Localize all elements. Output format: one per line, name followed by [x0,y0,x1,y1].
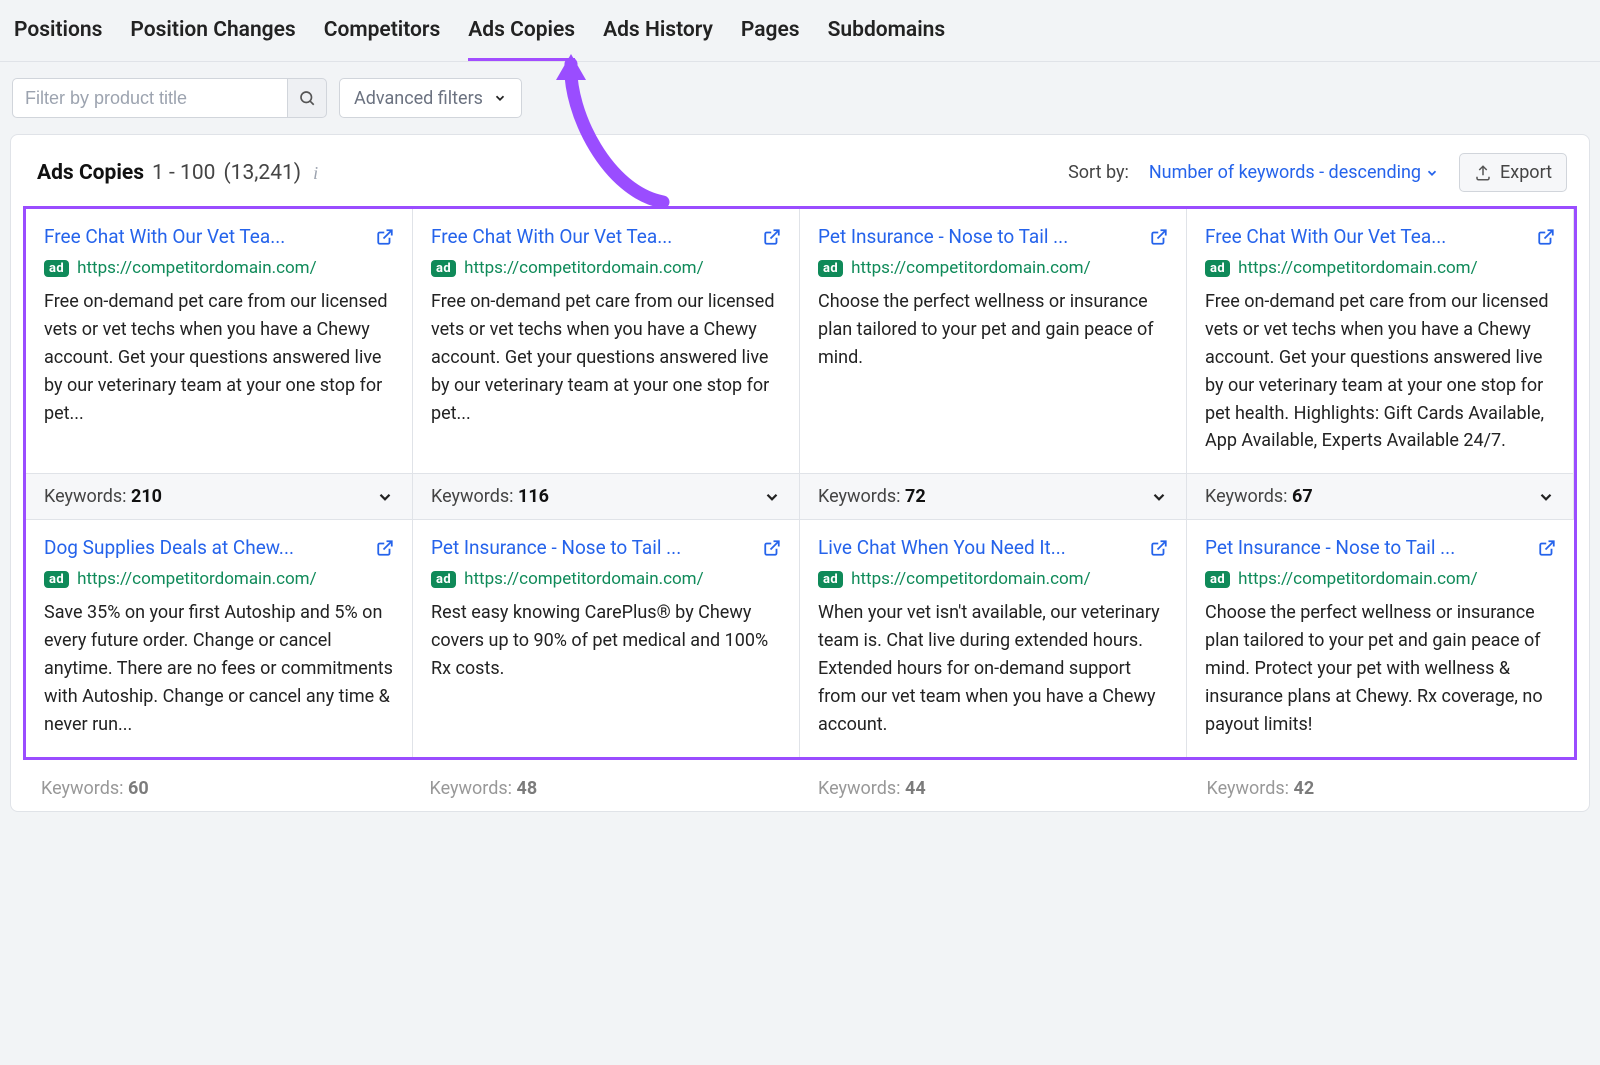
keywords-toggle[interactable]: Keywords: 116 [413,473,799,519]
external-link-icon[interactable] [1538,539,1556,557]
external-link-icon[interactable] [763,228,781,246]
export-icon [1474,164,1492,182]
ad-card: Free Chat With Our Vet Tea... ad https:/… [1187,209,1574,519]
tab-ads-history[interactable]: Ads History [603,18,713,61]
tab-ads-copies[interactable]: Ads Copies [468,18,575,61]
keywords-toggle[interactable]: Keywords: 210 [26,473,412,519]
ad-card: Free Chat With Our Vet Tea... ad https:/… [413,209,800,519]
ad-title[interactable]: Pet Insurance - Nose to Tail ... [1205,536,1455,559]
advanced-filters-label: Advanced filters [354,88,483,109]
ad-title[interactable]: Live Chat When You Need It... [818,536,1066,559]
keywords-count: 42 [1294,778,1315,799]
ad-card: Pet Insurance - Nose to Tail ... ad http… [413,520,800,756]
ad-title[interactable]: Pet Insurance - Nose to Tail ... [431,536,681,559]
external-link-icon[interactable] [1150,228,1168,246]
filter-input[interactable] [12,78,287,118]
ad-description: Free on-demand pet care from our license… [431,288,781,427]
keywords-count: 72 [905,486,926,507]
tab-pages[interactable]: Pages [741,18,800,61]
search-button[interactable] [287,78,327,118]
keywords-count: 67 [1292,486,1313,507]
ads-grid: Free Chat With Our Vet Tea... ad https:/… [23,206,1577,760]
ad-title[interactable]: Free Chat With Our Vet Tea... [431,225,672,248]
ad-card: Pet Insurance - Nose to Tail ... ad http… [1187,520,1574,756]
keywords-toggle[interactable]: Keywords: 67 [1187,473,1573,519]
tab-position-changes[interactable]: Position Changes [130,18,295,61]
external-link-icon[interactable] [376,539,394,557]
ad-url[interactable]: https://competitordomain.com/ [77,258,317,278]
keywords-toggle[interactable]: Keywords: 72 [800,473,1186,519]
filter-bar: Advanced filters [0,62,1600,134]
ad-url[interactable]: https://competitordomain.com/ [77,569,317,589]
keywords-label: Keywords: [44,486,127,507]
ad-url[interactable]: https://competitordomain.com/ [851,569,1091,589]
ad-description: When your vet isn't available, our veter… [818,599,1168,738]
ad-url[interactable]: https://competitordomain.com/ [1238,569,1478,589]
ad-badge: ad [431,260,456,277]
tab-subdomains[interactable]: Subdomains [828,18,946,61]
tab-positions[interactable]: Positions [14,18,102,61]
sort-value-text: Number of keywords - descending [1149,162,1421,183]
partial-footer-row: Keywords: 60 Keywords: 48 Keywords: 44 K… [23,766,1577,811]
ad-badge: ad [431,571,456,588]
ad-description: Choose the perfect wellness or insurance… [1205,599,1556,738]
export-label: Export [1500,162,1552,183]
ad-badge: ad [44,571,69,588]
chevron-down-icon [763,488,781,506]
ad-url[interactable]: https://competitordomain.com/ [1238,258,1478,278]
ad-description: Rest easy knowing CarePlus® by Chewy cov… [431,599,781,683]
ad-url[interactable]: https://competitordomain.com/ [464,569,704,589]
ad-title[interactable]: Free Chat With Our Vet Tea... [1205,225,1446,248]
chevron-down-icon [1537,488,1555,506]
ad-description: Free on-demand pet care from our license… [44,288,394,427]
ad-badge: ad [44,260,69,277]
tab-competitors[interactable]: Competitors [324,18,441,61]
keywords-count: 48 [517,778,538,799]
panel-title: Ads Copies [37,161,144,185]
ad-card: Dog Supplies Deals at Chew... ad https:/… [26,520,413,756]
external-link-icon[interactable] [763,539,781,557]
tabs-bar: Positions Position Changes Competitors A… [0,0,1600,62]
external-link-icon[interactable] [376,228,394,246]
keywords-count: 210 [131,486,162,507]
chevron-down-icon [1425,166,1439,180]
keywords-count: 44 [905,778,926,799]
keywords-count: 116 [518,486,549,507]
ad-card: Pet Insurance - Nose to Tail ... ad http… [800,209,1187,519]
search-icon [298,89,316,107]
ad-badge: ad [1205,571,1230,588]
info-icon[interactable]: i [313,163,318,184]
ad-title[interactable]: Pet Insurance - Nose to Tail ... [818,225,1068,248]
ad-badge: ad [818,260,843,277]
ad-title[interactable]: Dog Supplies Deals at Chew... [44,536,294,559]
chevron-down-icon [376,488,394,506]
ad-url[interactable]: https://competitordomain.com/ [851,258,1091,278]
sort-label: Sort by: [1068,162,1129,183]
external-link-icon[interactable] [1537,228,1555,246]
ad-badge: ad [1205,260,1230,277]
ad-card: Free Chat With Our Vet Tea... ad https:/… [26,209,413,519]
ad-url[interactable]: https://competitordomain.com/ [464,258,704,278]
panel-total: (13,241) [223,161,301,185]
ads-copies-panel: Ads Copies 1 - 100 (13,241) i Sort by: N… [10,134,1590,812]
ad-badge: ad [818,571,843,588]
external-link-icon[interactable] [1150,539,1168,557]
ad-card: Live Chat When You Need It... ad https:/… [800,520,1187,756]
keywords-count: 60 [128,778,149,799]
sort-dropdown[interactable]: Number of keywords - descending [1149,162,1439,183]
panel-range: 1 - 100 [152,161,215,185]
ad-description: Choose the perfect wellness or insurance… [818,288,1168,372]
advanced-filters-button[interactable]: Advanced filters [339,78,522,118]
chevron-down-icon [493,91,507,105]
export-button[interactable]: Export [1459,153,1567,192]
ad-description: Save 35% on your first Autoship and 5% o… [44,599,394,738]
ad-description: Free on-demand pet care from our license… [1205,288,1555,455]
ad-title[interactable]: Free Chat With Our Vet Tea... [44,225,285,248]
chevron-down-icon [1150,488,1168,506]
